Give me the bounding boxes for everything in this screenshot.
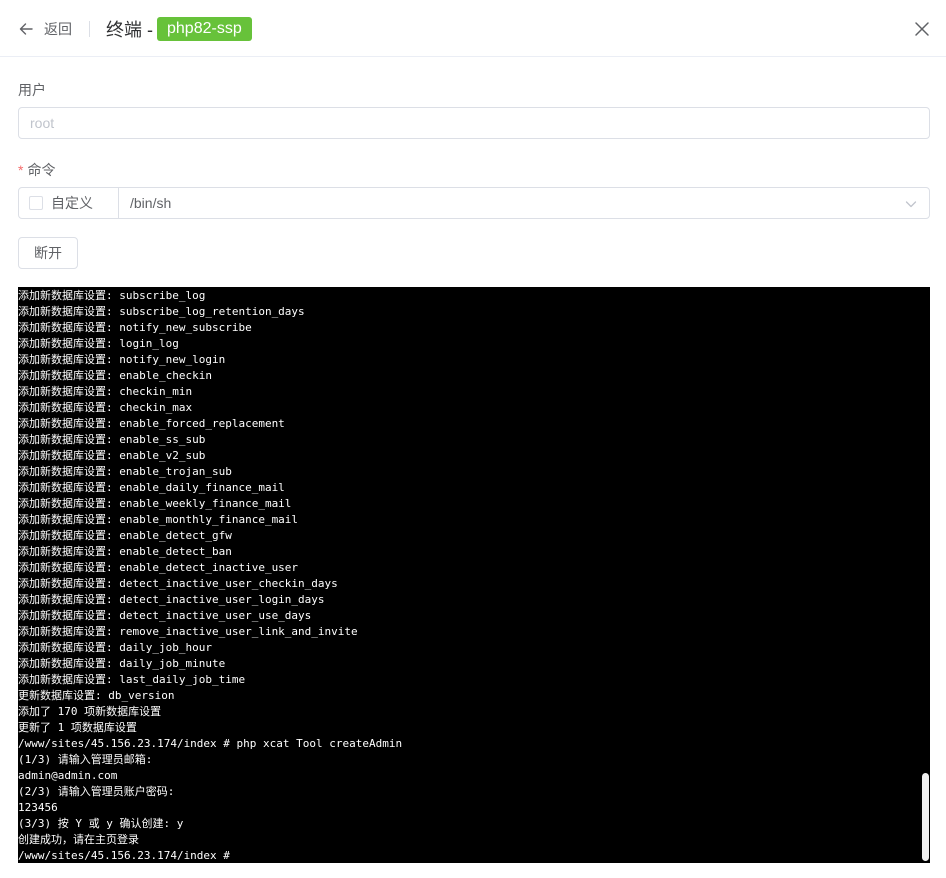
terminal-line: 添加新数据库设置: enable_detect_gfw — [18, 529, 232, 542]
terminal-line: 添加新数据库设置: enable_detect_ban — [18, 545, 232, 558]
terminal-line: 123456 — [18, 801, 58, 814]
terminal-line: 添加新数据库设置: notify_new_subscribe — [18, 321, 252, 334]
terminal-line: 添加新数据库设置: detect_inactive_user_login_day… — [18, 593, 325, 606]
terminal-lines: 添加新数据库设置: subscribe_log 添加新数据库设置: subscri… — [18, 287, 918, 863]
command-label: 命令 — [27, 162, 56, 178]
custom-checkbox-label: 自定义 — [51, 195, 93, 211]
terminal-line: 添加新数据库设置: enable_ss_sub — [18, 433, 206, 446]
terminal-line: 添加了 170 项新数据库设置 — [18, 705, 162, 718]
terminal-line: /www/sites/45.156.23.174/index # — [18, 849, 237, 862]
terminal-line: 添加新数据库设置: enable_forced_replacement — [18, 417, 285, 430]
terminal-line: (1/3) 请输入管理员邮箱: — [18, 753, 153, 766]
terminal-line: 添加新数据库设置: enable_checkin — [18, 369, 212, 382]
terminal-line: 添加新数据库设置: enable_daily_finance_mail — [18, 481, 285, 494]
command-select-value: /bin/sh — [130, 195, 172, 211]
terminal-line: admin@admin.com — [18, 769, 118, 782]
terminal-line: 添加新数据库设置: daily_job_minute — [18, 657, 226, 670]
terminal-line: 添加新数据库设置: daily_job_hour — [18, 641, 212, 654]
close-icon[interactable] — [914, 21, 930, 37]
back-button[interactable]: 返回 — [18, 18, 72, 40]
terminal-line: (3/3) 按 Y 或 y 确认创建: y — [18, 817, 184, 830]
terminal-line: 添加新数据库设置: checkin_min — [18, 385, 193, 398]
terminal-line: 添加新数据库设置: detect_inactive_user_checkin_d… — [18, 577, 338, 590]
terminal-line: 添加新数据库设置: detect_inactive_user_use_days — [18, 609, 312, 622]
terminal-line: 添加新数据库设置: remove_inactive_user_link_and_… — [18, 625, 358, 638]
required-mark: * — [18, 162, 24, 178]
command-select[interactable]: /bin/sh — [118, 187, 930, 219]
terminal-line: 添加新数据库设置: enable_detect_inactive_user — [18, 561, 299, 574]
user-label: 用户 — [18, 82, 46, 98]
terminal-line: 添加新数据库设置: checkin_max — [18, 401, 193, 414]
terminal-line: 添加新数据库设置: login_log — [18, 337, 179, 350]
terminal-line: /www/sites/45.156.23.174/index # php xca… — [18, 737, 403, 750]
terminal-line: 更新了 1 项数据库设置 — [18, 721, 137, 734]
terminal-line: 添加新数据库设置: enable_v2_sub — [18, 449, 206, 462]
terminal-line: 添加新数据库设置: notify_new_login — [18, 353, 226, 366]
terminal-line: 更新数据库设置: db_version — [18, 689, 175, 702]
back-label: 返回 — [44, 21, 72, 37]
terminal-line: 添加新数据库设置: subscribe_log_retention_days — [18, 305, 305, 318]
user-input[interactable] — [18, 107, 930, 139]
terminal-line: 创建成功，请在主页登录 — [18, 833, 139, 846]
arrow-left-icon — [19, 23, 33, 35]
title-prefix: 终端 - — [106, 20, 153, 40]
terminal-line: 添加新数据库设置: enable_weekly_finance_mail — [18, 497, 292, 510]
terminal-line: 添加新数据库设置: enable_monthly_finance_mail — [18, 513, 299, 526]
terminal-line: (2/3) 请输入管理员账户密码: — [18, 785, 175, 798]
page-title: 终端 - php82-ssp — [106, 16, 252, 42]
terminal-line: 添加新数据库设置: last_daily_job_time — [18, 673, 246, 686]
terminal-line: 添加新数据库设置: enable_trojan_sub — [18, 465, 232, 478]
terminal-output[interactable]: 添加新数据库设置: subscribe_log 添加新数据库设置: subscri… — [18, 287, 930, 863]
dialog-header: 返回 终端 - php82-ssp — [0, 0, 946, 57]
container-name-tag: php82-ssp — [157, 17, 252, 41]
disconnect-button[interactable]: 断开 — [18, 237, 78, 269]
custom-command-toggle[interactable]: 自定义 — [18, 187, 119, 219]
header-divider — [89, 21, 90, 37]
terminal-line: 添加新数据库设置: subscribe_log — [18, 289, 206, 302]
custom-checkbox[interactable] — [29, 196, 43, 210]
terminal-scrollbar[interactable] — [922, 773, 929, 861]
command-label-row: * 命令 — [18, 160, 55, 180]
chevron-down-icon — [905, 201, 917, 208]
